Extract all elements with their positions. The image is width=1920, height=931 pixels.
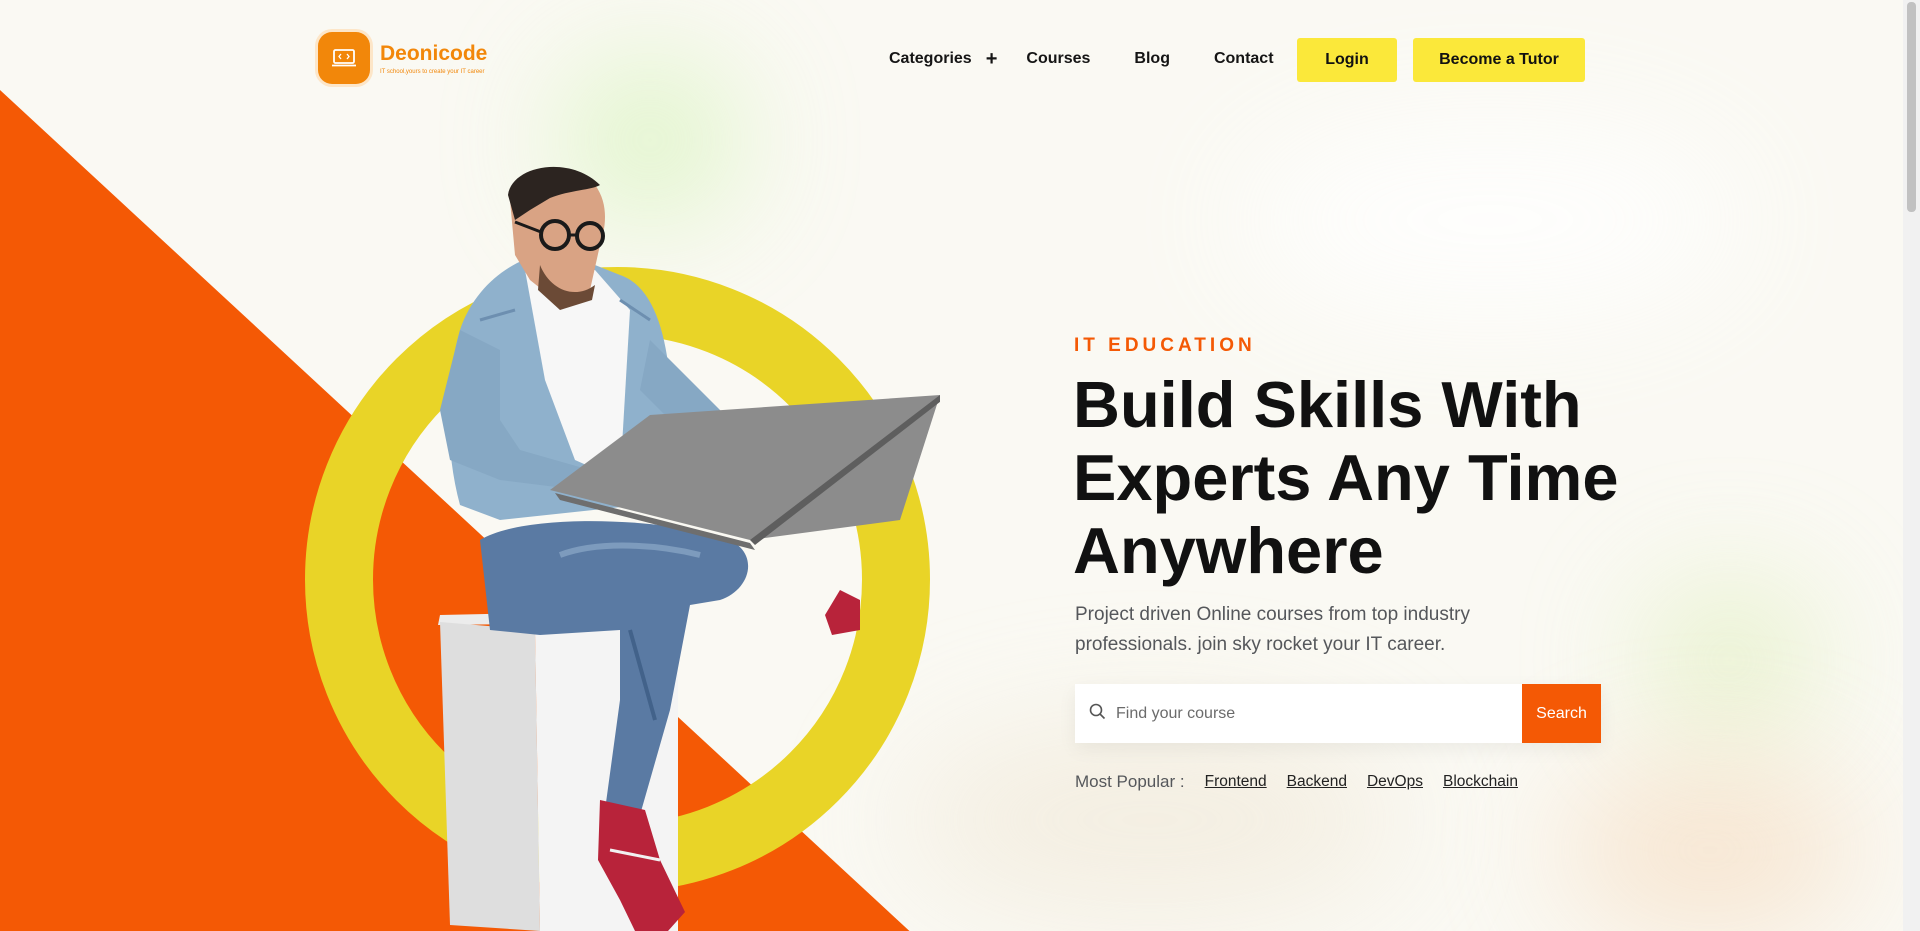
- popular-tag-devops[interactable]: DevOps: [1367, 773, 1423, 791]
- most-popular-label: Most Popular :: [1075, 772, 1185, 791]
- popular-tag-backend[interactable]: Backend: [1287, 773, 1347, 791]
- become-tutor-button[interactable]: Become a Tutor: [1413, 38, 1585, 82]
- search-input[interactable]: [1116, 704, 1496, 723]
- popular-tag-blockchain[interactable]: Blockchain: [1443, 773, 1518, 791]
- search-field[interactable]: [1075, 684, 1522, 743]
- hero-headline: Build Skills With Experts Any Time Anywh…: [1073, 368, 1633, 587]
- headline-line: Anywhere: [1073, 514, 1384, 587]
- hero-person-image: [438, 166, 940, 931]
- brand-name: Deonicode: [380, 41, 488, 65]
- main-nav: Categories + Courses Blog Contact: [889, 49, 1274, 69]
- background-blur-shape: [1560, 760, 1860, 931]
- brand-tagline: IT school,yours to create your IT career: [380, 68, 485, 75]
- popular-tag-frontend[interactable]: Frontend: [1205, 773, 1267, 791]
- headline-line: Experts Any Time: [1073, 441, 1619, 514]
- background-blur-shape: [1240, 120, 1740, 320]
- hero-eyebrow: IT EDUCATION: [1074, 335, 1256, 356]
- site-logo[interactable]: Deonicode IT school,yours to create your…: [318, 32, 487, 84]
- search-icon: [1089, 703, 1106, 725]
- headline-line: Build Skills With: [1073, 368, 1582, 441]
- plus-icon[interactable]: +: [986, 49, 998, 69]
- laptop-code-icon: [318, 32, 370, 84]
- most-popular-tags: Most Popular : Frontend Backend DevOps B…: [1075, 772, 1528, 792]
- background-blur-shape: [900, 720, 1400, 920]
- nav-item-contact[interactable]: Contact: [1214, 50, 1274, 68]
- hero-subtext: Project driven Online courses from top i…: [1075, 604, 1470, 655]
- nav-item-label: Categories: [889, 50, 972, 67]
- course-search-bar: Search: [1075, 684, 1601, 743]
- nav-item-blog[interactable]: Blog: [1134, 50, 1170, 68]
- background-blur-shape: [1640, 580, 1820, 740]
- nav-item-categories[interactable]: Categories +: [889, 49, 998, 69]
- scrollbar-thumb[interactable]: [1907, 2, 1916, 212]
- page-scrollbar[interactable]: [1903, 0, 1920, 931]
- login-button[interactable]: Login: [1297, 38, 1397, 82]
- nav-item-courses[interactable]: Courses: [1026, 50, 1090, 68]
- search-button[interactable]: Search: [1522, 684, 1601, 743]
